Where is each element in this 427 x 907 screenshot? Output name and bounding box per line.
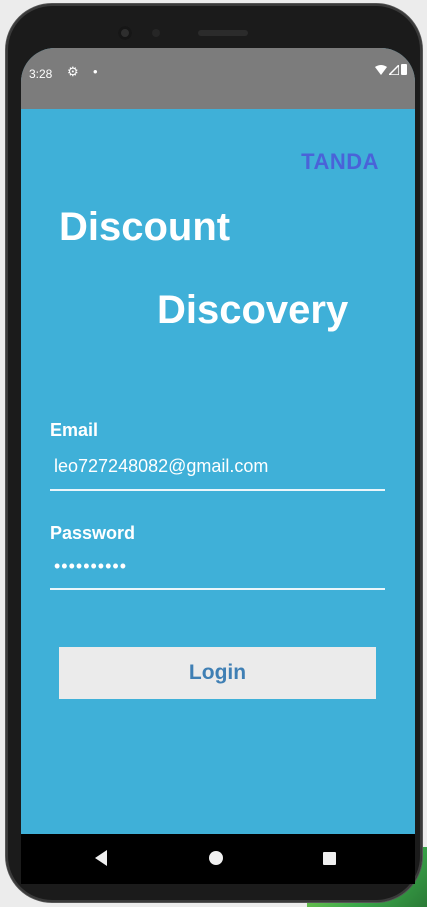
- background-scene: 3:28 ⚙ • TANDA Discount Discovery Email …: [0, 0, 427, 907]
- speaker-grille: [198, 30, 248, 36]
- home-icon[interactable]: [209, 851, 223, 865]
- phone-screen: 3:28 ⚙ • TANDA Discount Discovery Email …: [21, 48, 415, 834]
- app-title-line-2: Discovery: [157, 288, 349, 332]
- email-label: Email: [50, 420, 99, 440]
- back-icon[interactable]: [95, 850, 107, 866]
- camera-icon: [118, 26, 132, 40]
- settings-gear-icon: ⚙: [67, 64, 79, 79]
- email-field[interactable]: leo727248082@gmail.com: [54, 456, 384, 477]
- status-bar: 3:28 ⚙ •: [21, 48, 415, 109]
- password-field[interactable]: ••••••••••: [54, 556, 384, 577]
- password-field-underline: [50, 588, 385, 590]
- status-time: 3:28: [29, 67, 53, 81]
- signal-icon: [389, 64, 399, 75]
- battery-icon: [401, 64, 407, 75]
- status-icons: [375, 64, 407, 75]
- recents-icon[interactable]: [323, 852, 336, 865]
- password-label: Password: [50, 523, 136, 543]
- login-button[interactable]: Login: [59, 647, 376, 699]
- app-title-line-1: Discount: [59, 205, 231, 249]
- navigation-bar: [21, 834, 415, 884]
- sensor-icon: [152, 29, 160, 37]
- brand-logo-text: TANDA: [301, 149, 379, 174]
- email-field-underline: [50, 489, 385, 491]
- wifi-icon: [375, 64, 387, 75]
- notification-dot-icon: •: [93, 64, 98, 79]
